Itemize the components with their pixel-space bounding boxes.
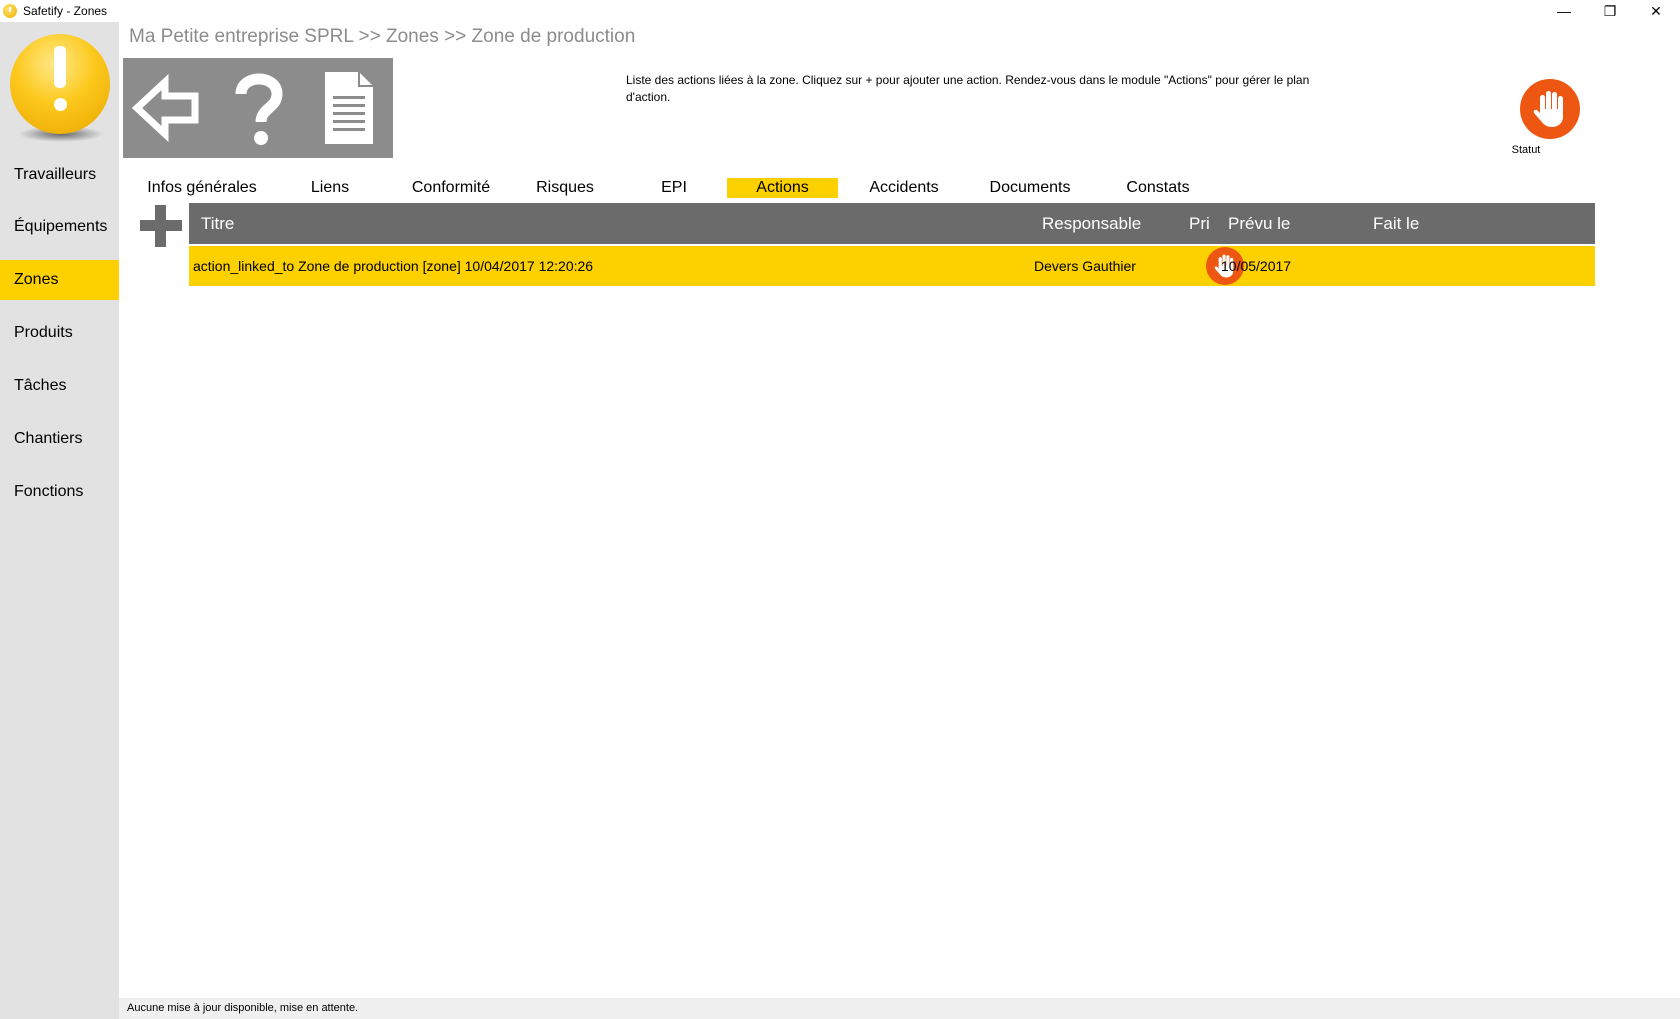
help-text: Liste des actions liées à la zone. Cliqu… bbox=[626, 73, 1310, 104]
breadcrumb: Ma Petite entreprise SPRL >> Zones >> Zo… bbox=[129, 26, 636, 47]
cell-planned: 10/05/2017 bbox=[1221, 258, 1292, 274]
tab-accidents[interactable]: Accidents bbox=[854, 178, 954, 198]
column-header-prevu-le[interactable]: Prévu le bbox=[1228, 203, 1290, 244]
exclamation-icon bbox=[54, 46, 66, 88]
tab-infos-generales[interactable]: Infos générales bbox=[141, 178, 263, 198]
stop-hand-icon bbox=[1533, 91, 1563, 127]
table-header: Titre Responsable Pri Prévu le Fait le bbox=[189, 203, 1595, 244]
toolbar bbox=[123, 58, 393, 158]
window-title: Safetify - Zones bbox=[23, 4, 108, 18]
back-button[interactable] bbox=[129, 66, 209, 150]
close-button[interactable]: ✕ bbox=[1633, 0, 1679, 22]
safetify-logo bbox=[8, 32, 110, 142]
tab-liens[interactable]: Liens bbox=[296, 178, 364, 198]
sidebar-item-zones[interactable]: Zones bbox=[0, 260, 119, 300]
column-header-responsable[interactable]: Responsable bbox=[1042, 203, 1141, 244]
status-button[interactable] bbox=[1520, 79, 1580, 139]
app-icon bbox=[3, 4, 17, 18]
tab-epi[interactable]: EPI bbox=[644, 178, 704, 198]
title-bar: Safetify - Zones — ❐ ✕ bbox=[0, 0, 1680, 22]
sidebar-item-produits[interactable]: Produits bbox=[0, 313, 119, 353]
status-bar-text: Aucune mise à jour disponible, mise en a… bbox=[127, 1002, 359, 1014]
exclamation-dot bbox=[54, 98, 67, 111]
sidebar-item-taches[interactable]: Tâches bbox=[0, 366, 119, 406]
minimize-button[interactable]: — bbox=[1541, 0, 1587, 22]
tab-conformite[interactable]: Conformité bbox=[396, 178, 506, 198]
document-button[interactable] bbox=[309, 66, 389, 150]
document-icon bbox=[325, 72, 373, 144]
help-icon bbox=[235, 73, 283, 145]
sidebar-item-fonctions[interactable]: Fonctions bbox=[0, 472, 119, 512]
sidebar-item-travailleurs[interactable]: Travailleurs bbox=[0, 155, 119, 195]
tab-constats[interactable]: Constats bbox=[1108, 178, 1208, 198]
column-header-titre[interactable]: Titre bbox=[201, 203, 234, 244]
column-header-priorite[interactable]: Pri bbox=[1189, 203, 1210, 244]
tab-actions[interactable]: Actions bbox=[727, 178, 838, 198]
plus-icon bbox=[140, 205, 182, 247]
cell-responsible: Devers Gauthier bbox=[1034, 258, 1136, 274]
maximize-button[interactable]: ❐ bbox=[1587, 0, 1633, 22]
tab-risques[interactable]: Risques bbox=[520, 178, 610, 198]
sidebar: Travailleurs Équipements Zones Produits … bbox=[0, 22, 119, 1019]
cell-title: action_linked_to Zone de production [zon… bbox=[193, 258, 594, 274]
table-row[interactable]: action_linked_to Zone de production [zon… bbox=[189, 246, 1595, 286]
sidebar-item-equipements[interactable]: Équipements bbox=[0, 207, 119, 247]
status-label: Statut bbox=[1511, 144, 1541, 156]
tab-documents[interactable]: Documents bbox=[975, 178, 1085, 198]
sidebar-item-chantiers[interactable]: Chantiers bbox=[0, 419, 119, 459]
column-header-fait-le[interactable]: Fait le bbox=[1373, 203, 1419, 244]
help-button[interactable] bbox=[219, 66, 299, 150]
back-arrow-icon bbox=[131, 73, 199, 143]
status-bar: Aucune mise à jour disponible, mise en a… bbox=[119, 998, 1680, 1019]
add-action-button[interactable] bbox=[138, 203, 184, 249]
